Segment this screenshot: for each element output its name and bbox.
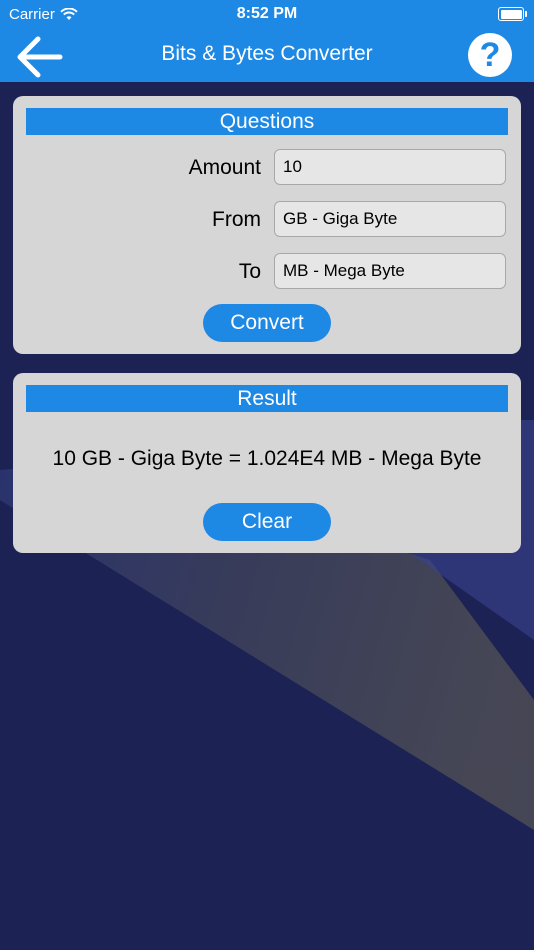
question-mark-icon: ? xyxy=(479,36,501,74)
convert-button[interactable]: Convert xyxy=(203,304,331,342)
from-unit-field[interactable]: GB - Giga Byte xyxy=(274,201,506,237)
result-card: Result 10 GB - Giga Byte = 1.024E4 MB - … xyxy=(13,373,521,553)
to-unit-field[interactable]: MB - Mega Byte xyxy=(274,253,506,289)
result-text: 10 GB - Giga Byte = 1.024E4 MB - Mega By… xyxy=(52,447,482,470)
from-label: From xyxy=(212,208,261,231)
result-header: Result xyxy=(26,385,508,412)
page-title: Bits & Bytes Converter xyxy=(161,42,373,65)
amount-input[interactable]: 10 xyxy=(274,149,506,185)
amount-label: Amount xyxy=(188,156,261,179)
questions-header: Questions xyxy=(26,108,508,135)
questions-card: Questions Amount 10 From GB - Giga Byte … xyxy=(13,96,521,354)
help-button[interactable]: ? xyxy=(468,33,512,77)
battery-icon xyxy=(498,7,527,21)
clear-button[interactable]: Clear xyxy=(203,503,331,541)
status-bar: Carrier 8:52 PM xyxy=(0,0,534,30)
to-label: To xyxy=(238,260,261,283)
clock: 8:52 PM xyxy=(236,5,298,22)
